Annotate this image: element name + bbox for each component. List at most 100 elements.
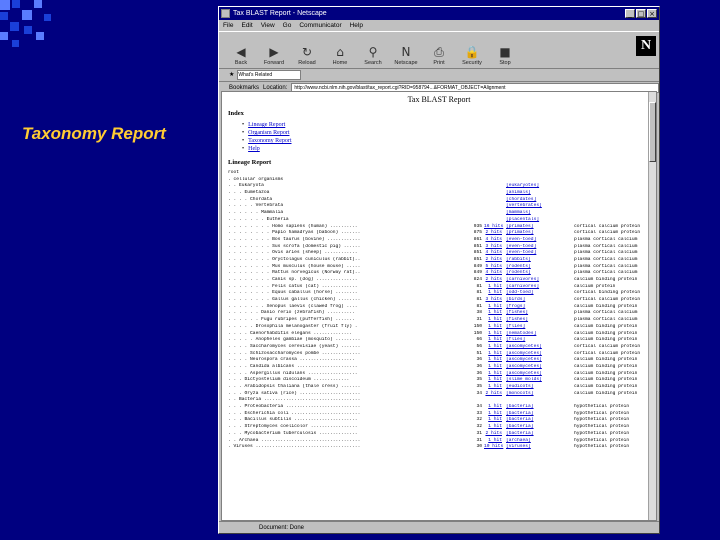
- lineage-hits-link[interactable]: 1 hit: [484, 377, 502, 384]
- lineage-taxon: . . . Proteobacteria ...................…: [228, 404, 361, 410]
- home-button[interactable]: ⌂ Home: [326, 45, 354, 66]
- search-icon: ⚲: [368, 45, 378, 59]
- lineage-group-link[interactable]: [primates]: [506, 230, 574, 237]
- lineage-group-link[interactable]: [even-toed]: [506, 244, 574, 251]
- organism-report-link[interactable]: Organism Report: [248, 130, 289, 136]
- page-content: Tax BLAST Report Index Lineage Report Or…: [221, 91, 657, 521]
- lineage-group-link[interactable]: [eukaryotes]: [506, 183, 574, 190]
- lineage-group-link[interactable]: [carnivores]: [506, 284, 574, 291]
- lineage-group-link[interactable]: [animals]: [506, 190, 574, 197]
- search-button[interactable]: ⚲ Search: [359, 45, 387, 66]
- lineage-row: . . . . . . . . Sus scrofa (domestic pig…: [228, 244, 656, 251]
- lineage-group-link[interactable]: [nematodes]: [506, 331, 574, 338]
- lineage-group-link[interactable]: [ascomycetes]: [506, 344, 574, 351]
- lineage-group-link[interactable]: [slime molds]: [506, 377, 574, 384]
- lineage-group-link[interactable]: [ascomycetes]: [506, 371, 574, 378]
- lineage-hits-link[interactable]: 2 hits: [484, 257, 502, 264]
- lineage-hits-link[interactable]: 1 hit: [484, 337, 502, 344]
- lineage-group-link[interactable]: [rabbits]: [506, 257, 574, 264]
- lineage-hits-link[interactable]: 1 hit: [484, 364, 502, 371]
- lineage-taxon: . . Eukaryota: [228, 183, 264, 189]
- lineage-group-link[interactable]: [mammals]: [506, 210, 574, 217]
- back-button[interactable]: ◀ Back: [227, 45, 255, 66]
- forward-button[interactable]: ▶ Forward: [260, 45, 288, 66]
- lineage-group-link[interactable]: [fishes]: [506, 310, 574, 317]
- bookmarks-icon[interactable]: ★: [229, 69, 234, 81]
- lineage-group-link[interactable]: [chordates]: [506, 197, 574, 204]
- lineage-group-link[interactable]: [rodents]: [506, 264, 574, 271]
- lineage-group-link[interactable]: [flies]: [506, 324, 574, 331]
- lineage-group-link[interactable]: [bacteria]: [506, 417, 574, 424]
- lineage-hits-link[interactable]: 3 hits: [484, 297, 502, 304]
- lineage-group-link[interactable]: [fishes]: [506, 317, 574, 324]
- lock-icon: 🔒: [464, 45, 480, 59]
- lineage-group-link[interactable]: [ascomycetes]: [506, 357, 574, 364]
- help-link[interactable]: Help: [248, 146, 260, 152]
- stop-button[interactable]: ■ Stop: [491, 45, 519, 66]
- print-button[interactable]: ⎙ Print: [425, 45, 453, 66]
- menu-go[interactable]: Go: [283, 20, 292, 31]
- lineage-hits-link[interactable]: 1 hit: [484, 344, 502, 351]
- maximize-button[interactable]: □: [636, 9, 646, 18]
- browser-window: Tax BLAST Report - Netscape _ □ × File E…: [218, 6, 660, 534]
- menu-communicator[interactable]: Communicator: [299, 20, 341, 31]
- lineage-row: . cellular organisms: [228, 177, 656, 184]
- lineage-group-link[interactable]: [ascomycetes]: [506, 364, 574, 371]
- netscape-button[interactable]: N Netscape: [392, 45, 420, 66]
- menu-edit[interactable]: Edit: [241, 20, 252, 31]
- lineage-hits-link[interactable]: 2 hits: [484, 230, 502, 237]
- close-button[interactable]: ×: [647, 9, 657, 18]
- lineage-group-link[interactable]: [monocots]: [506, 391, 574, 398]
- lineage-hits-link[interactable]: 1 hit: [484, 424, 502, 431]
- lineage-group-link[interactable]: [carnivores]: [506, 277, 574, 284]
- lineage-group-link[interactable]: [ascomycetes]: [506, 351, 574, 358]
- lineage-hits-link[interactable]: 1 hit: [484, 317, 502, 324]
- scrollbar-thumb[interactable]: [649, 102, 656, 162]
- lineage-group-link[interactable]: [odd-toed]: [506, 290, 574, 297]
- lineage-hits-link[interactable]: 1 hit: [484, 324, 502, 331]
- lineage-group-link[interactable]: [bacteria]: [506, 424, 574, 431]
- lineage-group-link[interactable]: [vertebrates]: [506, 203, 574, 210]
- lineage-hits-link[interactable]: 4 hits: [484, 237, 502, 244]
- lineage-description: calcium protein: [574, 283, 616, 289]
- lineage-row: . . . . Caenorhabditis elegans .........…: [228, 331, 656, 338]
- lineage-group-link[interactable]: [bacteria]: [506, 404, 574, 411]
- taxonomy-report-link[interactable]: Taxonomy Report: [248, 138, 291, 144]
- minimize-button[interactable]: _: [625, 9, 635, 18]
- lineage-group-link[interactable]: [flies]: [506, 337, 574, 344]
- lineage-group-link[interactable]: [viruses]: [506, 444, 574, 451]
- lineage-group-link[interactable]: [eudicots]: [506, 384, 574, 391]
- lineage-description: calcium binding protein: [574, 337, 638, 343]
- security-button[interactable]: 🔒 Security: [458, 45, 486, 66]
- lineage-group-link[interactable]: [rodents]: [506, 270, 574, 277]
- lineage-group-link[interactable]: [archaea]: [506, 438, 574, 445]
- lineage-report-link[interactable]: Lineage Report: [248, 122, 285, 128]
- menu-view[interactable]: View: [261, 20, 275, 31]
- menu-file[interactable]: File: [223, 20, 233, 31]
- lineage-group-link[interactable]: [placentals]: [506, 217, 574, 224]
- lineage-group-link[interactable]: [even-toed]: [506, 250, 574, 257]
- lineage-group-link[interactable]: [primates]: [506, 224, 574, 231]
- lineage-group-link[interactable]: [birds]: [506, 297, 574, 304]
- lineage-hits-link[interactable]: 1 hit: [484, 357, 502, 364]
- lineage-description: calcium binding protein: [574, 363, 638, 369]
- lineage-group-link[interactable]: [bacteria]: [506, 411, 574, 418]
- vertical-scrollbar[interactable]: [648, 92, 656, 520]
- lineage-hits-link[interactable]: 4 hits: [484, 250, 502, 257]
- lineage-hits-link[interactable]: 2 hits: [484, 431, 502, 438]
- lineage-taxon: . . . . . Vertebrata: [228, 203, 284, 209]
- lineage-row: . . . . . . . . Homo sapiens (human) ...…: [228, 224, 656, 231]
- lineage-group-link[interactable]: [even-toed]: [506, 237, 574, 244]
- lineage-group-link[interactable]: [bacteria]: [506, 431, 574, 438]
- lineage-taxon: . . . Arabidopsis thaliana (thale cress)…: [228, 384, 361, 389]
- lineage-hits-link[interactable]: 10 hits: [484, 444, 503, 451]
- lineage-group-link[interactable]: [frogs]: [506, 304, 574, 311]
- lineage-hits-link[interactable]: 1 hit: [484, 404, 502, 411]
- lineage-hits-link[interactable]: 2 hits: [484, 391, 502, 398]
- lineage-hits-link[interactable]: 2 hits: [484, 277, 502, 284]
- lineage-hits-link[interactable]: 1 hit: [484, 384, 502, 391]
- whats-related-field[interactable]: What's Related: [237, 70, 302, 80]
- reload-button[interactable]: ↻ Reload: [293, 45, 321, 66]
- menu-help[interactable]: Help: [350, 20, 363, 31]
- lineage-hits-link[interactable]: 4 hits: [484, 270, 502, 277]
